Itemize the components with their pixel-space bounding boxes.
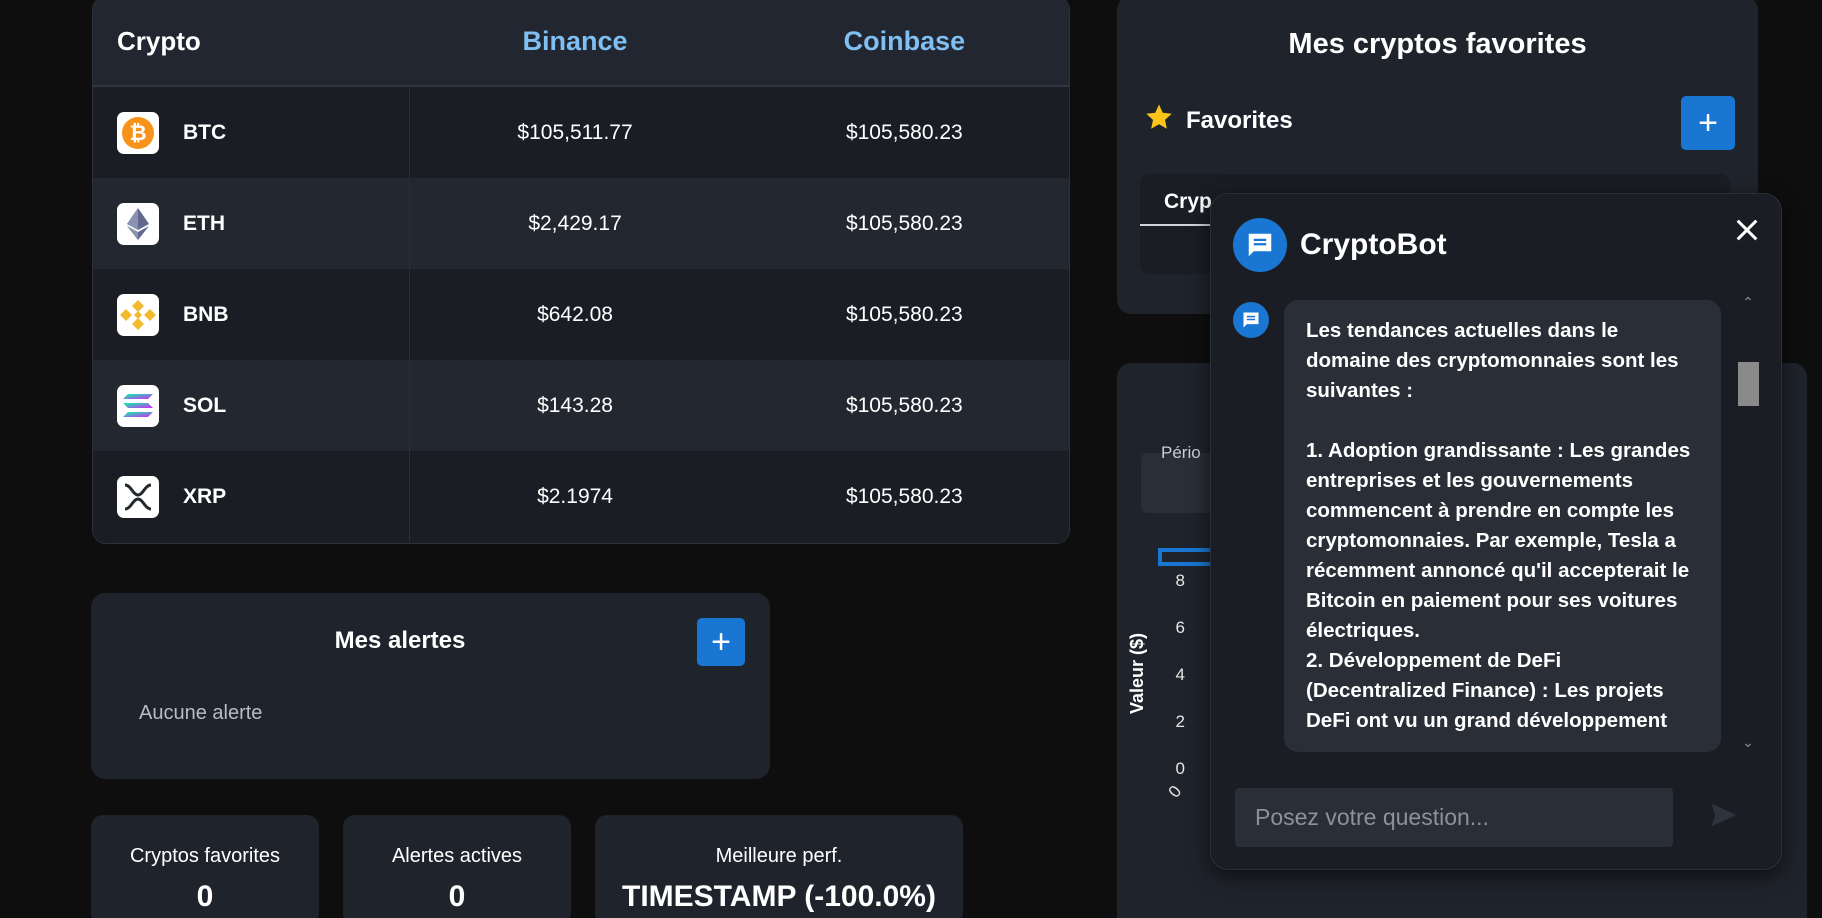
send-icon[interactable]: [1707, 800, 1741, 835]
stat-favorites: Cryptos favorites 0: [91, 815, 319, 918]
crypto-symbol: BTC: [183, 120, 227, 144]
scroll-down-arrow-icon[interactable]: ⌄: [1737, 734, 1759, 754]
coinbase-price: $105,580.23: [845, 120, 963, 144]
ethereum-icon: [117, 202, 159, 245]
bnb-icon: [117, 293, 159, 336]
chatbot-panel: CryptoBot Les tendances actuelles dans l…: [1210, 193, 1782, 870]
favorites-section-label: Favorites: [1186, 106, 1293, 134]
solana-icon: [117, 384, 159, 427]
favorites-title: Mes cryptos favorites: [1288, 28, 1587, 60]
table-row[interactable]: ₿ BTC $105,511.77 $105,580.23: [93, 87, 1069, 178]
binance-price: $143.28: [537, 393, 613, 417]
crypto-cell: ETH: [93, 178, 411, 269]
bitcoin-icon: ₿: [117, 111, 159, 154]
binance-price: $2,429.17: [528, 211, 622, 235]
close-icon[interactable]: [1733, 216, 1761, 249]
bot-message: Les tendances actuelles dans le domaine …: [1284, 300, 1721, 752]
scroll-up-arrow-icon[interactable]: ⌃: [1737, 294, 1759, 314]
chatbot-header: CryptoBot: [1233, 218, 1447, 272]
y-tick: 2: [1175, 712, 1185, 731]
crypto-symbol: SOL: [183, 393, 227, 417]
coinbase-price: $105,580.23: [845, 211, 963, 235]
table-row[interactable]: SOL $143.28 $105,580.23: [93, 360, 1069, 451]
stat-label: Meilleure perf.: [715, 845, 843, 867]
add-alert-button[interactable]: +: [697, 618, 745, 666]
alerts-card: Mes alertes + Aucune alerte: [91, 593, 770, 779]
coinbase-price: $105,580.23: [845, 393, 963, 417]
table-header: Crypto Binance Coinbase: [93, 0, 1069, 87]
stat-label: Cryptos favorites: [129, 845, 281, 867]
crypto-symbol: XRP: [183, 484, 227, 508]
alerts-empty-text: Aucune alerte: [139, 702, 263, 724]
chat-scrollbar[interactable]: ⌃ ⌄: [1737, 294, 1759, 754]
bot-avatar-icon: [1233, 302, 1269, 338]
star-icon: [1144, 102, 1174, 139]
stat-label: Alertes actives: [391, 845, 523, 867]
chat-bubble-icon: [1233, 218, 1287, 272]
svg-text:₿: ₿: [129, 121, 146, 145]
stat-value: TIMESTAMP (-100.0%): [622, 880, 936, 913]
crypto-symbol: ETH: [183, 211, 225, 235]
crypto-cell: XRP: [93, 451, 411, 542]
x-tick: 0: [1164, 781, 1186, 802]
y-tick: 6: [1175, 618, 1185, 637]
column-header-coinbase[interactable]: Coinbase: [740, 26, 1069, 57]
table-row[interactable]: ETH $2,429.17 $105,580.23: [93, 178, 1069, 269]
period-label: Pério: [1161, 443, 1201, 462]
price-comparison-table: Crypto Binance Coinbase ₿ BTC $105,511.7…: [92, 0, 1070, 544]
column-header-binance[interactable]: Binance: [410, 26, 739, 57]
alerts-title: Mes alertes: [334, 627, 466, 654]
y-tick: 4: [1175, 665, 1185, 684]
stat-best-performance: Meilleure perf. TIMESTAMP (-100.0%): [595, 815, 963, 918]
crypto-cell: SOL: [93, 360, 411, 451]
coinbase-price: $105,580.23: [845, 302, 963, 326]
chat-messages[interactable]: Les tendances actuelles dans le domaine …: [1211, 294, 1781, 754]
binance-price: $2.1974: [537, 484, 613, 508]
binance-price: $642.08: [537, 302, 613, 326]
legend-swatch[interactable]: [1158, 548, 1218, 566]
y-tick: 0: [1175, 759, 1185, 778]
y-tick: 8: [1175, 571, 1185, 590]
column-header-crypto: Cryp: [1164, 190, 1212, 213]
crypto-symbol: BNB: [183, 302, 229, 326]
chatbot-title: CryptoBot: [1300, 228, 1447, 261]
scroll-thumb[interactable]: [1738, 362, 1759, 406]
favorites-section-header: Favorites: [1144, 102, 1293, 139]
xrp-icon: [117, 475, 159, 518]
y-axis-label: Valeur ($): [1127, 632, 1148, 715]
table-row[interactable]: BNB $642.08 $105,580.23: [93, 269, 1069, 360]
table-row[interactable]: XRP $2.1974 $105,580.23: [93, 451, 1069, 542]
stat-active-alerts: Alertes actives 0: [343, 815, 571, 918]
coinbase-price: $105,580.23: [845, 484, 963, 508]
crypto-cell: BNB: [93, 269, 411, 360]
binance-price: $105,511.77: [517, 120, 633, 144]
column-header-crypto[interactable]: Crypto: [93, 26, 410, 57]
add-favorite-button[interactable]: +: [1681, 96, 1735, 150]
stat-value: 0: [448, 880, 466, 913]
stat-value: 0: [196, 880, 214, 913]
chat-input[interactable]: [1235, 788, 1673, 847]
crypto-cell: ₿ BTC: [93, 87, 411, 178]
